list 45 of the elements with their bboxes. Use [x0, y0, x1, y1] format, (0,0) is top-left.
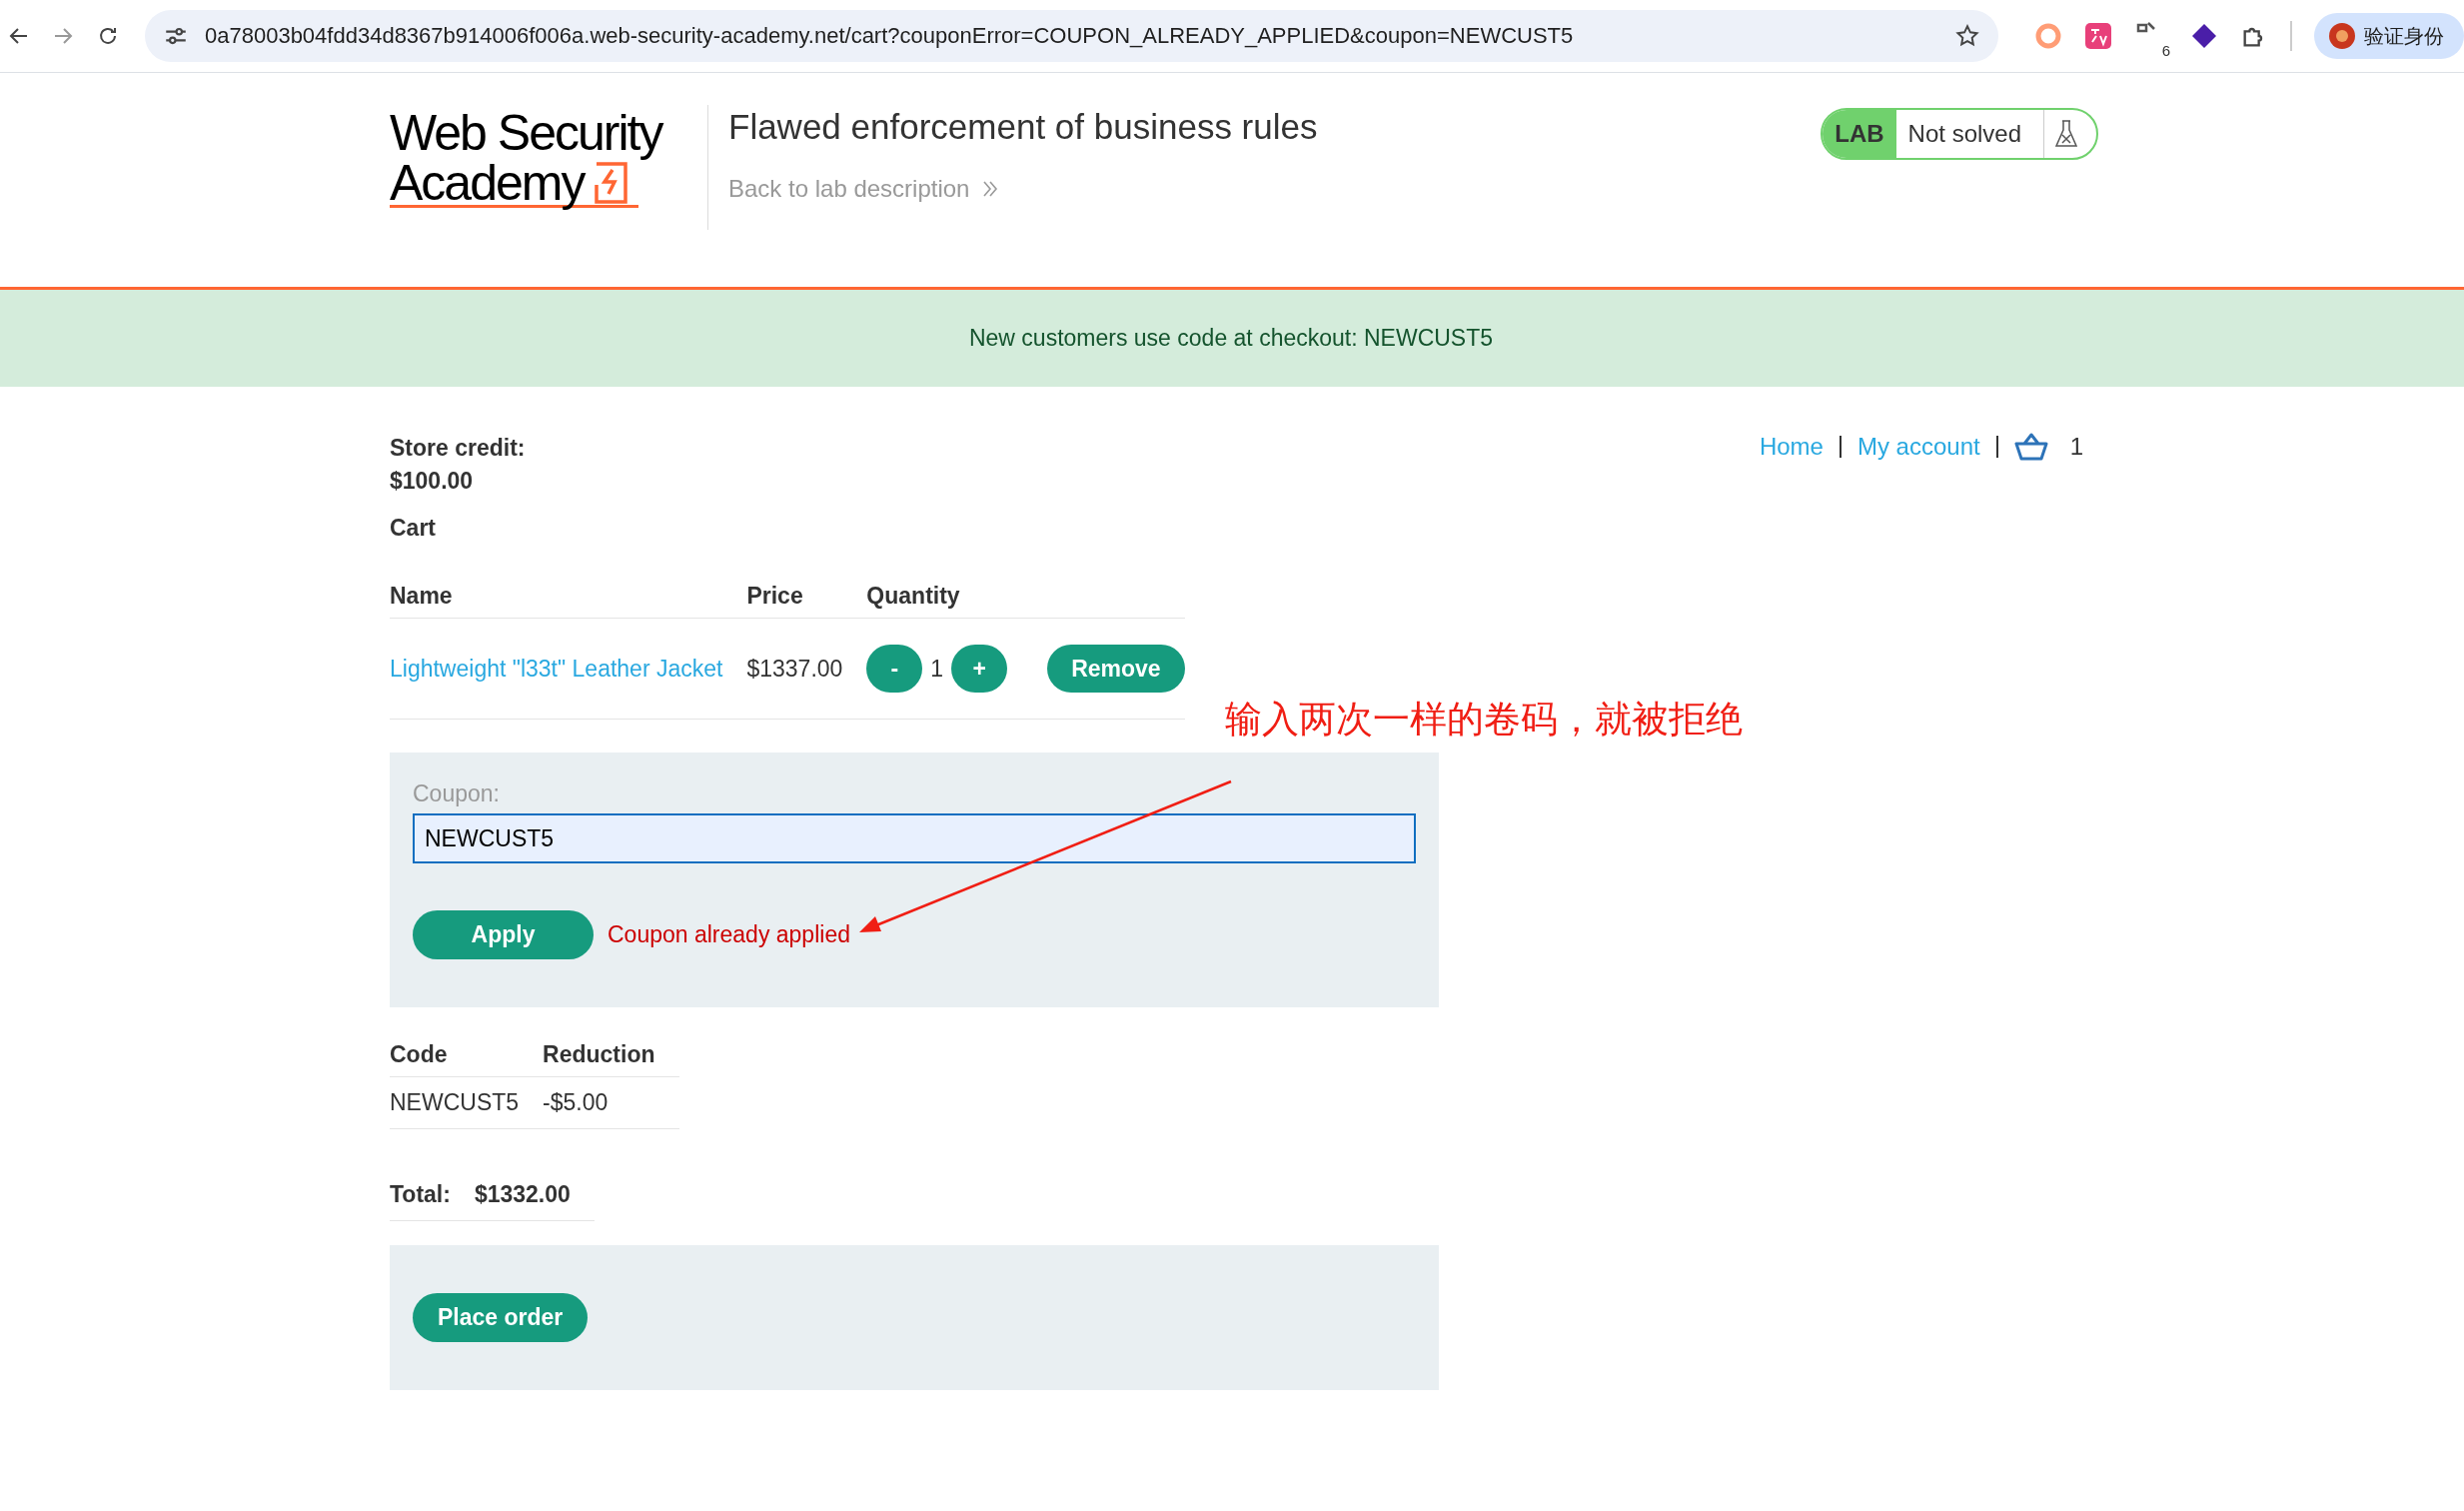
cart-heading: Cart: [390, 514, 437, 543]
nav-link[interactable]: My account: [1856, 433, 1980, 461]
logo[interactable]: Web Security Academy: [390, 105, 689, 208]
annotation-text: 输入两次一样的卷码，就被拒绝: [1225, 698, 1743, 742]
remove-button[interactable]: Remove: [1047, 645, 1185, 693]
column-header: Quantity: [866, 583, 1032, 619]
translate-icon[interactable]: [2084, 22, 2112, 50]
bookmark-star-icon[interactable]: [1954, 23, 1980, 49]
lightning-icon: [593, 161, 629, 205]
column-header: Price: [746, 583, 867, 619]
store-credit-label: Store credit:: [390, 434, 526, 463]
double-chevron-icon: [981, 180, 1000, 198]
avatar-icon: [2328, 22, 2356, 50]
extension-count-label: 6: [2161, 42, 2170, 59]
decrement-button[interactable]: -: [866, 645, 923, 693]
cart-count: 1: [2069, 433, 2083, 461]
total-amount: $1332.00: [474, 1169, 595, 1221]
place-order-button[interactable]: Place order: [413, 1293, 589, 1342]
total-label: Total:: [390, 1169, 475, 1221]
flask-icon: [2054, 119, 2078, 149]
url-text: 0a78003b04fdd34d8367b914006f006a.web-security-academy.net/cart?couponError=COUPON_ALREADY_APPLIED&coupon=NEWCUST5: [205, 23, 1575, 49]
increment-button[interactable]: +: [951, 645, 1008, 693]
diamond-icon[interactable]: [2190, 22, 2218, 50]
reduction-cell: -$5.00: [543, 1076, 679, 1129]
nav-link[interactable]: Home: [1759, 433, 1824, 461]
lab-title: Flawed enforcement of business rules: [728, 107, 1319, 147]
apply-button[interactable]: Apply: [413, 910, 594, 959]
price-cell: $1337.00: [746, 618, 867, 720]
coupon-label: Coupon:: [413, 780, 501, 807]
column-header: Reduction: [543, 1041, 679, 1077]
column-header: Code: [390, 1041, 544, 1077]
column-header: Name: [390, 583, 747, 619]
quantity-value: 1: [930, 655, 944, 683]
promo-banner-text: New customers use code at checkout: NEWCUST5: [968, 325, 1494, 352]
product-link[interactable]: Lightweight "l33t" Leather Jacket: [390, 655, 723, 682]
code-cell: NEWCUST5: [390, 1076, 544, 1129]
coupon-error: Coupon already applied: [608, 921, 850, 948]
lab-tag: LAB: [1823, 110, 1896, 158]
coupon-field[interactable]: NEWCUST5: [413, 813, 1416, 863]
back-to-lab-link[interactable]: Back to lab description: [728, 175, 1000, 203]
basket-icon[interactable]: [2013, 432, 2048, 462]
address-bar[interactable]: 0a78003b04fdd34d8367b914006f006a.web-security-academy.net/cart?couponError=COUPON_ALREADY_APPLIED&coupon=NEWCUST5: [145, 10, 1998, 62]
lab-status: Not solved: [1906, 120, 2022, 148]
profile-button[interactable]: 验证身份: [2314, 13, 2464, 59]
store-credit-amount: $100.00: [390, 467, 475, 496]
